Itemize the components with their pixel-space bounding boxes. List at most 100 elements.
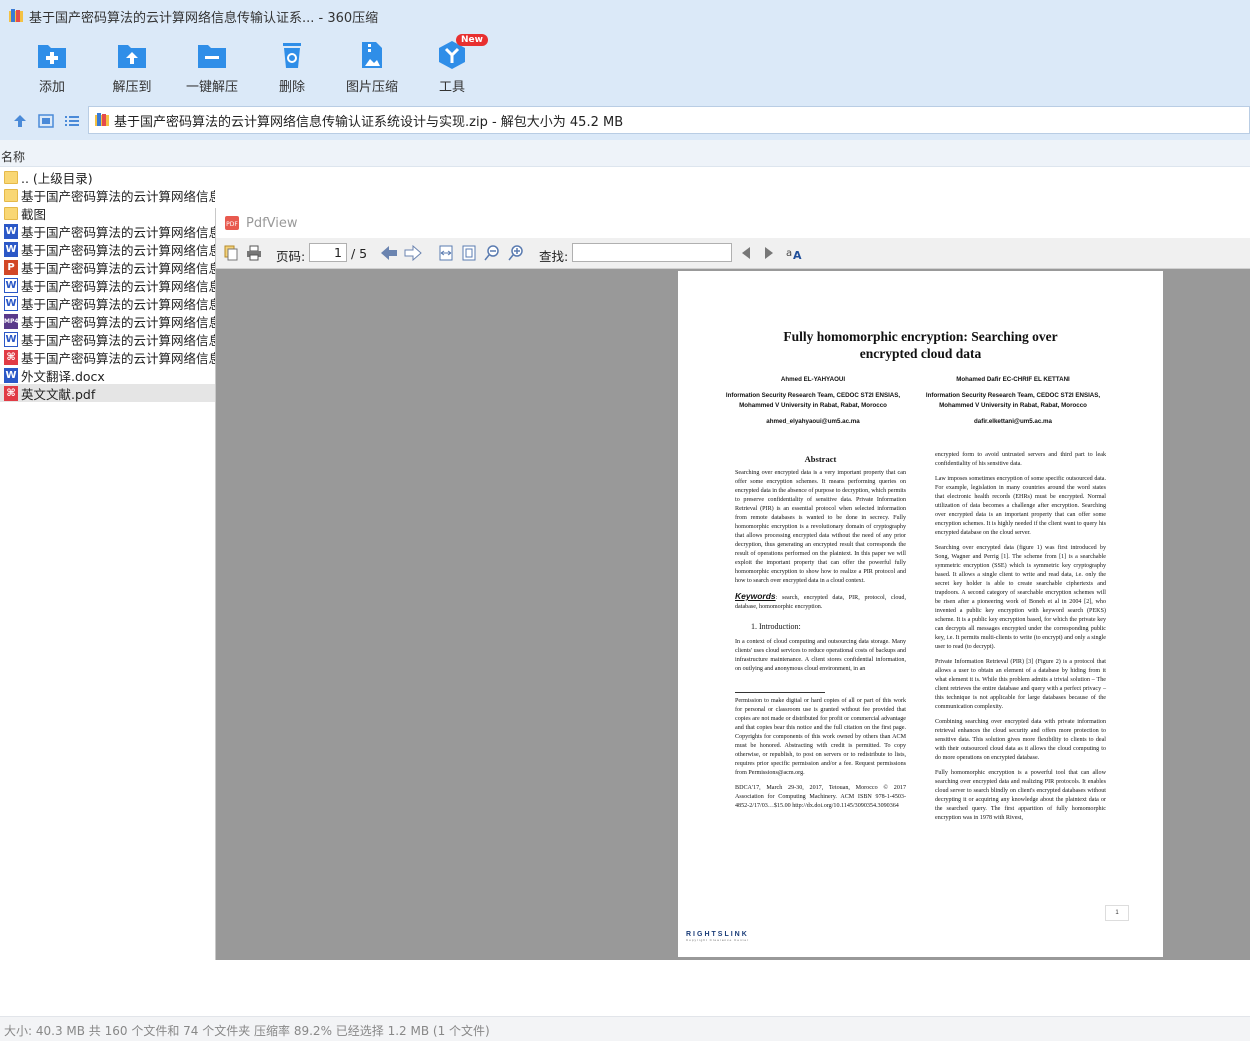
find-prev-icon[interactable]	[740, 245, 752, 261]
zoom-out-icon[interactable]	[484, 245, 500, 261]
address-bar[interactable]: 基于国产密码算法的云计算网络信息传输认证系统设计与实现.zip - 解包大小为 …	[88, 106, 1250, 134]
prev-page-icon[interactable]	[380, 245, 398, 261]
wordo-file-icon: W	[4, 295, 18, 311]
up-arrow-icon[interactable]	[12, 113, 28, 129]
abstract-text: Searching over encrypted data is a very …	[735, 470, 906, 584]
ppt-file-icon: P	[4, 259, 18, 275]
zoom-in-icon[interactable]	[508, 245, 524, 261]
extract-to-icon	[118, 45, 146, 68]
file-row[interactable]: 截图	[0, 204, 215, 222]
word-file-icon: W	[4, 223, 18, 239]
page-number-input[interactable]: 1	[309, 243, 347, 262]
pdfview-title: PdfView	[246, 215, 298, 231]
file-name: .. (上级目录)	[21, 170, 93, 186]
window-title: 基于国产密码算法的云计算网络信息传输认证系... - 360压缩	[29, 10, 379, 26]
paragraph: Private Information Retrieval (PIR) [3] …	[935, 659, 1106, 710]
pdfview-toolbar: 页码: 1 / 5 查找: a A	[216, 238, 1250, 269]
title-bar: 基于国产密码算法的云计算网络信息传输认证系... - 360压缩	[0, 0, 1250, 32]
image-compress-icon	[362, 42, 382, 68]
one-click-extract-button[interactable]: 一键解压	[176, 36, 248, 100]
zip-file-icon	[95, 113, 109, 126]
pdf-page: Fully homomorphic encryption: Searching …	[678, 271, 1163, 957]
find-next-icon[interactable]	[763, 245, 775, 261]
svg-text:PDF: PDF	[226, 221, 238, 228]
file-name: 基于国产密码算法的云计算网络信息传输认证系统设计与实现	[21, 278, 215, 294]
file-row[interactable]: W基于国产密码算法的云计算网络信息传输认证系统设计与实现	[0, 276, 215, 294]
file-name: 基于国产密码算法的云计算网络信息传输认证系统设计与实现	[21, 224, 215, 240]
folder-icon	[4, 206, 18, 220]
thumbnail-view-icon[interactable]	[38, 113, 54, 129]
paragraph: Fully homomorphic encryption is a powerf…	[935, 770, 1106, 821]
file-row[interactable]: W基于国产密码算法的云计算网络信息传输认证系统设计与实现	[0, 240, 215, 258]
image-compress-button[interactable]: 图片压缩	[336, 36, 408, 100]
new-badge: New	[456, 34, 488, 46]
svg-text:a: a	[786, 248, 792, 259]
rightslink-logo: RIGHTSLINK Copyright Clearance Center	[686, 931, 750, 942]
file-row[interactable]: .. (上级目录)	[0, 168, 215, 186]
pdf-file-icon: ⌘	[4, 385, 18, 401]
find-label: 查找:	[539, 249, 569, 264]
pdf-file-icon: ⌘	[4, 349, 18, 365]
wordo-file-icon: W	[4, 277, 18, 293]
find-input[interactable]	[572, 243, 732, 262]
file-row[interactable]: W基于国产密码算法的云计算网络信息传输认证系统设计与实现	[0, 222, 215, 240]
one-click-extract-icon	[198, 45, 226, 68]
intro-text: In a context of cloud computing and outs…	[735, 639, 906, 672]
status-text: 大小: 40.3 MB 共 160 个文件和 74 个文件夹 压缩率 89.2%…	[4, 1024, 490, 1038]
paragraph: Searching over encrypted data (figure 1)…	[935, 545, 1106, 650]
column-header: 名称	[0, 140, 1250, 167]
match-case-icon[interactable]: a A	[785, 245, 803, 261]
file-row[interactable]: ⌘基于国产密码算法的云计算网络信息传输认证系统设计与实现	[0, 348, 215, 366]
keywords: Keywords: search, encrypted data, PIR, p…	[735, 591, 906, 611]
svg-text:A: A	[793, 249, 802, 261]
footnote-divider	[735, 692, 825, 693]
left-column: Abstract Searching over encrypted data i…	[735, 453, 906, 817]
file-row[interactable]: ⌘ 英文文献.pdf	[0, 384, 215, 402]
next-page-icon[interactable]	[404, 245, 422, 261]
archive-app-icon	[9, 9, 23, 22]
column-name-header[interactable]: 名称	[1, 148, 25, 165]
file-row[interactable]: W基于国产密码算法的云计算网络信息传输认证系统设计与实现	[0, 294, 215, 312]
list-view-icon[interactable]	[64, 113, 80, 129]
file-row[interactable]: MP4基于国产密码算法的云计算网络信息传输认证系统设计与实现	[0, 312, 215, 330]
file-row[interactable]: 基于国产密码算法的云计算网络信息传输认证系统设计与实现 客户端服务端源码	[0, 186, 215, 204]
extract-to-button[interactable]: 解压到	[96, 36, 168, 100]
delete-button[interactable]: 删除	[256, 36, 328, 100]
footnote-text: Permission to make digital or hard copie…	[735, 698, 906, 776]
intro-heading: 1. Introduction:	[751, 622, 801, 631]
print-icon[interactable]	[246, 245, 262, 261]
file-row[interactable]: W基于国产密码算法的云计算网络信息传输认证系统设计与实现	[0, 330, 215, 348]
status-bar: 大小: 40.3 MB 共 160 个文件和 74 个文件夹 压缩率 89.2%…	[0, 1016, 1250, 1041]
page-total: / 5	[351, 246, 368, 261]
file-name: 基于国产密码算法的云计算网络信息传输认证系统设计与实现	[21, 332, 215, 348]
file-name: 外文翻译.docx	[21, 368, 105, 384]
wordo-file-icon: W	[4, 331, 18, 347]
file-row[interactable]: W 外文翻译.docx	[0, 366, 215, 384]
abstract-heading: Abstract	[804, 454, 837, 464]
file-name: 英文文献.pdf	[21, 386, 96, 402]
folder-icon	[4, 188, 18, 202]
file-name: 基于国产密码算法的云计算网络信息传输认证系统设计与实现 客户端服务端源码	[21, 188, 215, 204]
file-name: 基于国产密码算法的云计算网络信息传输认证系统设计与实现	[21, 314, 215, 330]
fit-width-icon[interactable]	[438, 245, 454, 261]
right-column: encrypted form to avoid untrusted server…	[935, 451, 1106, 829]
paragraph: encrypted form to avoid untrusted server…	[935, 452, 1106, 467]
paragraph: Combining searching over encrypted data …	[935, 719, 1106, 761]
file-name: 截图	[21, 206, 47, 222]
file-name: 基于国产密码算法的云计算网络信息传输认证系统设计与实现	[21, 242, 215, 258]
citation-text: BDCA'17, March 29-30, 2017, Tetouan, Mor…	[735, 785, 906, 809]
add-icon	[38, 45, 66, 68]
address-text: 基于国产密码算法的云计算网络信息传输认证系统设计与实现.zip - 解包大小为 …	[114, 114, 624, 130]
file-row[interactable]: P基于国产密码算法的云计算网络信息传输认证系统设计与实现	[0, 258, 215, 276]
word-file-icon: W	[4, 367, 18, 383]
add-button[interactable]: 添加	[16, 36, 88, 100]
tools-button[interactable]: New 工具	[416, 34, 488, 100]
file-name: 基于国产密码算法的云计算网络信息传输认证系统设计与实现	[21, 260, 215, 276]
fit-page-icon[interactable]	[461, 245, 477, 261]
copy-icon[interactable]	[223, 245, 239, 261]
author-block-2: Mohamed Dafir EC-CHRIF EL KETTANI Inform…	[925, 376, 1101, 425]
word-file-icon: W	[4, 241, 18, 257]
paragraph: Law imposes sometimes encryption of some…	[935, 476, 1106, 536]
page-number: 1	[1105, 905, 1129, 921]
file-name: 基于国产密码算法的云计算网络信息传输认证系统设计与实现	[21, 350, 215, 366]
